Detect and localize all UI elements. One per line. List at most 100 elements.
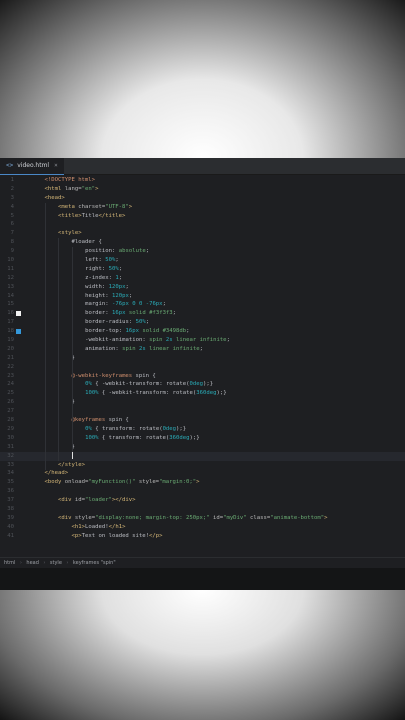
code-line[interactable]: 9 position: absolute; <box>0 247 405 256</box>
code-line[interactable]: 16 border: 16px solid #f3f3f3; <box>0 309 405 318</box>
code-text: <div style="display:none; margin-top: 25… <box>58 514 327 523</box>
code-line[interactable]: 7 <style> <box>0 229 405 238</box>
code-line[interactable]: 38 <box>0 505 405 514</box>
line-number: 2 <box>10 185 14 192</box>
code-line[interactable]: 20 animation: spin 2s linear infinite; <box>0 345 405 354</box>
code-line[interactable]: 41 <p>Text on loaded site!</p> <box>0 532 405 541</box>
code-line[interactable]: 21} <box>0 354 405 363</box>
line-number: 24 <box>7 381 14 388</box>
code-line[interactable]: 28 @keyframes spin { <box>0 416 405 425</box>
code-token: </h1> <box>108 523 126 530</box>
code-line[interactable]: 15 margin: -76px 0 0 -76px; <box>0 300 405 309</box>
line-number: 37 <box>7 497 14 504</box>
code-token: margin: <box>85 301 113 308</box>
indent-guide <box>58 238 60 461</box>
code-token: <body <box>44 479 65 486</box>
code-line[interactable]: 2 <html lang="en"> <box>0 185 405 194</box>
code-token: 2s <box>165 337 177 344</box>
code-text: 0% { transform: rotate(0deg);} <box>85 425 186 434</box>
code-line[interactable]: 14 height: 120px; <box>0 292 405 301</box>
code-token: <title> <box>58 212 82 219</box>
color-swatch-icon[interactable] <box>16 311 21 317</box>
code-token: <h1> <box>71 523 86 530</box>
code-line[interactable]: 10 left: 50%; <box>0 256 405 265</box>
code-token: id= <box>212 514 224 521</box>
code-line[interactable]: 5 <title>Title</title> <box>0 212 405 221</box>
code-line[interactable]: 33 </style> <box>0 461 405 470</box>
line-number: 16 <box>7 310 14 317</box>
line-number: 11 <box>7 265 14 272</box>
code-token: : rotate( <box>159 381 190 388</box>
code-token: #3498db <box>162 328 187 335</box>
code-token: 50% <box>108 265 119 272</box>
code-line[interactable]: 32 <box>0 451 405 461</box>
code-line[interactable]: 37 <div id="loader"></div> <box>0 496 405 505</box>
line-number: 33 <box>7 461 14 468</box>
code-text: left: 50%; <box>85 256 119 265</box>
indent-guide <box>71 247 73 452</box>
code-line[interactable]: 29 0% { transform: rotate(0deg);} <box>0 425 405 434</box>
code-text: <p>Text on loaded site!</p> <box>72 532 163 541</box>
code-area[interactable]: 1 <!DOCTYPE html> 2 <html lang="en"> 3 <head>… <box>0 176 405 560</box>
code-text: #loader { <box>72 238 102 247</box>
code-text: z-index: 1; <box>85 274 122 283</box>
code-token: border-top: <box>85 328 126 335</box>
code-line[interactable]: 3 <head> <box>0 194 405 203</box>
code-line[interactable]: 4 <meta charset="UTF-8"> <box>0 203 405 212</box>
code-text: @keyframes spin { <box>72 416 129 425</box>
breadcrumb-item[interactable]: style <box>50 560 62 566</box>
line-number: 6 <box>10 221 14 228</box>
breadcrumb-item[interactable]: html <box>4 560 15 566</box>
code-line[interactable]: 27 <box>0 407 405 416</box>
code-token: z-index: <box>85 274 116 281</box>
close-icon[interactable]: × <box>54 162 58 169</box>
code-line[interactable]: 36 <box>0 487 405 496</box>
code-line[interactable]: 11 right: 50%; <box>0 265 405 274</box>
code-token: </title> <box>98 212 126 219</box>
code-token: 360deg <box>196 390 217 397</box>
code-line[interactable]: 13 width: 120px; <box>0 283 405 292</box>
code-line[interactable]: 25 100% { -webkit-transform: rotate(360de… <box>0 389 405 398</box>
code-token: 0% <box>85 425 96 432</box>
code-text: <h1>Loaded!</h1> <box>72 523 126 532</box>
code-token: "myDiv" <box>223 514 251 521</box>
code-token: );} <box>176 425 187 432</box>
breadcrumb-item[interactable]: keyframes "spin" <box>73 560 116 566</box>
code-line[interactable]: 39 <div style="display:none; margin-top: … <box>0 514 405 523</box>
code-line[interactable]: 26} <box>0 398 405 407</box>
breadcrumb-item[interactable]: head <box>26 560 38 566</box>
code-line[interactable]: 35 <body onload="myFunction()" style="mar… <box>0 478 405 487</box>
line-number: 27 <box>7 408 14 415</box>
line-number: 34 <box>7 470 14 477</box>
code-line[interactable]: 19 -webkit-animation: spin 2s linear infi… <box>0 336 405 345</box>
code-token: spin { <box>108 417 129 424</box>
code-token: width: <box>85 283 109 290</box>
code-line[interactable]: 22 <box>0 363 405 372</box>
code-line[interactable]: 8 #loader { <box>0 238 405 247</box>
code-line[interactable]: 17 border-radius: 50%; <box>0 318 405 327</box>
line-number: 40 <box>7 523 14 530</box>
code-token: @-webkit-keyframes <box>71 372 136 379</box>
code-text: height: 120px; <box>85 292 132 301</box>
code-line[interactable]: 24 0% { -webkit-transform: rotate(0deg);} <box>0 380 405 389</box>
code-line[interactable]: 23 @-webkit-keyframes spin { <box>0 372 405 381</box>
code-line[interactable]: 34 </head> <box>0 469 405 478</box>
breadcrumb-separator-icon: › <box>65 560 69 566</box>
code-line[interactable]: 12 z-index: 1; <box>0 274 405 283</box>
code-line[interactable]: 18 border-top: 16px solid #3498db; <box>0 327 405 336</box>
code-token: ; <box>115 257 119 264</box>
line-number: 7 <box>10 230 14 237</box>
code-line[interactable]: 30 100% { transform: rotate(360deg);} <box>0 434 405 443</box>
code-token: > <box>128 203 133 210</box>
code-line[interactable]: 6 <box>0 220 405 229</box>
code-token: spin { <box>135 372 156 379</box>
tab-video-html[interactable]: <> video.html × <box>0 158 64 175</box>
color-swatch-icon[interactable] <box>16 329 21 335</box>
code-line[interactable]: 40 <h1>Loaded!</h1> <box>0 523 405 532</box>
line-number: 41 <box>7 532 14 539</box>
code-token: -webkit-transform <box>108 390 166 397</box>
code-token: right: <box>85 265 109 272</box>
code-line[interactable]: 31} <box>0 443 405 452</box>
line-number: 18 <box>7 328 14 335</box>
code-line[interactable]: 1 <!DOCTYPE html> <box>0 176 405 185</box>
